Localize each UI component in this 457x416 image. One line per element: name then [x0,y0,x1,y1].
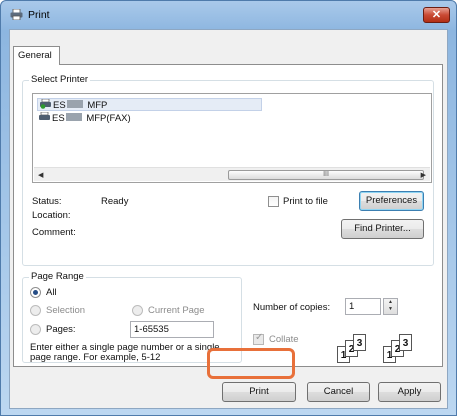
general-tab-panel: Select Printer ES MFP ES MFP(FAX) ◀ III … [13,64,443,367]
select-printer-group: Select Printer ES MFP ES MFP(FAX) ◀ III … [22,74,434,266]
find-printer-button[interactable]: Find Printer... [341,219,424,239]
print-dialog: Print ✕ General Select Printer ES MFP ES… [0,0,457,416]
select-printer-legend: Select Printer [29,74,91,86]
page-range-hint: Enter either a single page number or a s… [30,342,220,363]
print-to-file-label: Print to file [283,196,328,207]
selection-label: Selection [46,305,86,316]
page-range-legend: Page Range [29,271,86,283]
print-button[interactable]: Print [222,382,296,402]
pages-label: Pages: [46,324,76,335]
cancel-button[interactable]: Cancel [307,382,370,402]
printer-list[interactable]: ES MFP ES MFP(FAX) ◀ III ▶ [32,93,432,183]
scroll-left-icon[interactable]: ◀ [38,171,43,179]
radio-selection[interactable] [30,305,41,316]
radio-current-page[interactable] [132,305,143,316]
printer-item-mfp[interactable]: ES MFP [37,98,262,111]
horizontal-scrollbar[interactable]: ◀ III ▶ [34,167,430,181]
copies-input[interactable]: 1 [345,298,381,315]
printer-icon [10,9,23,20]
close-button[interactable]: ✕ [423,7,450,23]
preferences-button[interactable]: Preferences [359,191,424,211]
redacted-block [65,113,82,121]
redacted-block [66,100,83,108]
collate-checkbox[interactable] [253,332,264,345]
collate-label: Collate [269,334,299,345]
location-label: Location: [32,210,71,221]
copies-spinner[interactable]: ▲ ▼ [383,298,398,315]
title-bar[interactable]: Print ✕ [1,1,456,29]
copies-label: Number of copies: [253,302,331,313]
tab-general[interactable]: General [13,46,60,65]
print-to-file-checkbox[interactable] [268,196,279,207]
print-button-highlight [207,348,295,379]
pages-input[interactable]: 1-65535 [130,321,214,338]
printer-icon [39,112,50,120]
scroll-right-icon[interactable]: ▶ [421,171,426,179]
scroll-thumb[interactable]: III [228,170,424,180]
printer-item-mfp-fax[interactable]: ES MFP(FAX) [37,112,131,125]
status-value: Ready [101,196,129,207]
radio-pages[interactable] [30,324,41,335]
comment-label: Comment: [32,227,76,238]
window-title: Print [28,9,50,21]
printer-default-icon [40,99,51,109]
all-label: All [46,287,57,298]
status-label: Status: [32,196,62,207]
radio-all[interactable] [30,287,41,298]
apply-button[interactable]: Apply [378,382,441,402]
current-page-label: Current Page [148,305,205,316]
